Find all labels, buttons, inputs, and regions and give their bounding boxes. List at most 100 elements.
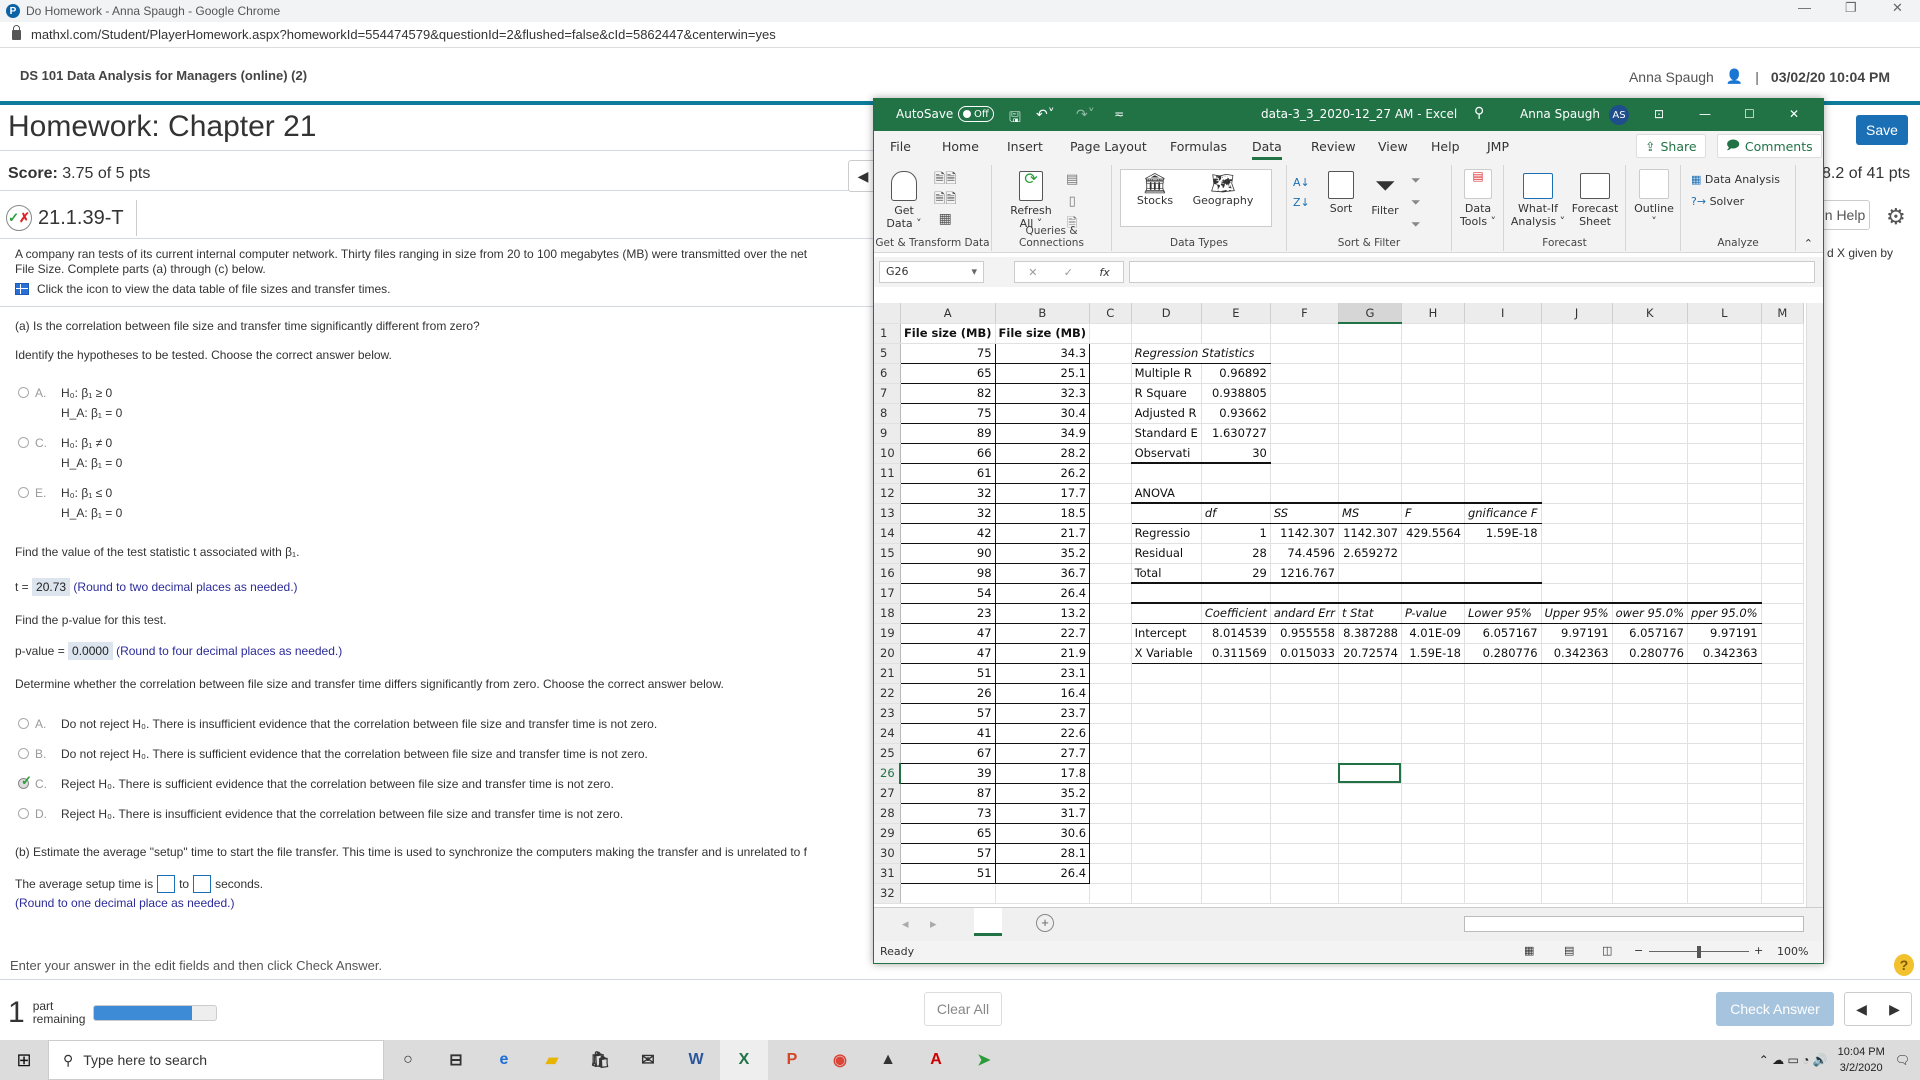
cell[interactable] — [1687, 683, 1762, 704]
cell-transfer-time[interactable]: 18.5 — [994, 502, 1091, 524]
cell[interactable] — [1270, 363, 1339, 384]
cell[interactable] — [1270, 743, 1339, 764]
cell-transfer-time[interactable]: 17.8 — [994, 762, 1091, 784]
cell[interactable] — [1401, 843, 1465, 864]
stat-cell[interactable]: 74.4596 — [1270, 543, 1339, 564]
cell[interactable] — [1089, 503, 1132, 524]
windows-start-icon[interactable]: ⊞ — [0, 1050, 48, 1071]
cell[interactable] — [1201, 483, 1271, 504]
cell-file-size[interactable]: 98 — [899, 562, 996, 584]
cell[interactable] — [1687, 503, 1762, 524]
cell[interactable] — [1761, 563, 1804, 584]
cell-file-size[interactable]: 61 — [899, 462, 996, 484]
cell[interactable] — [1401, 723, 1465, 744]
notifications-icon[interactable]: 🗨 — [1895, 1053, 1910, 1067]
share-button[interactable]: ⇪ Share — [1636, 134, 1706, 158]
row-header[interactable]: 20 — [874, 643, 901, 664]
cell[interactable] — [1089, 483, 1132, 504]
worksheet[interactable]: A B C D E F G H I J K L M 1 File size (MB) File size (M… — [874, 303, 1804, 904]
filter-button[interactable]: ⏷ Filter — [1367, 171, 1403, 217]
cell[interactable] — [1270, 863, 1339, 884]
cell[interactable] — [1089, 543, 1132, 564]
radio-button[interactable] — [18, 748, 29, 759]
cell[interactable] — [1612, 563, 1689, 584]
restore-icon[interactable]: ❐ — [1845, 0, 1857, 16]
cell[interactable] — [1541, 423, 1613, 444]
cell[interactable] — [1338, 343, 1402, 364]
cell[interactable] — [1201, 683, 1271, 704]
stat-cell[interactable]: Multiple R — [1131, 363, 1202, 384]
cell[interactable] — [1541, 363, 1613, 384]
stat-cell[interactable]: SS — [1270, 502, 1339, 524]
cortana-icon[interactable]: ○ — [384, 1040, 432, 1080]
cell[interactable] — [1089, 783, 1132, 804]
cell-file-size[interactable]: 57 — [899, 842, 996, 864]
cell[interactable] — [1338, 783, 1402, 804]
cell[interactable] — [1612, 343, 1689, 364]
stat-cell[interactable] — [1401, 563, 1465, 584]
cell[interactable] — [1612, 863, 1689, 884]
cell[interactable] — [1464, 883, 1542, 904]
name-box-value[interactable]: G26 — [886, 265, 909, 278]
cell[interactable] — [1612, 723, 1689, 744]
cell[interactable] — [1761, 603, 1804, 624]
cell[interactable] — [1761, 503, 1804, 524]
conclusion-option-c[interactable]: ✓ C. Reject H₀. There is sufficient eviden… — [18, 773, 657, 807]
column-header[interactable]: C — [1089, 303, 1132, 324]
cell[interactable] — [1464, 443, 1542, 464]
sort-az-icons[interactable]: A↓ Z↓ — [1293, 173, 1310, 213]
cell[interactable] — [1687, 723, 1762, 744]
stat-cell[interactable]: X Variable — [1131, 643, 1202, 664]
cell[interactable] — [1401, 703, 1465, 724]
vertical-scrollbar[interactable] — [1806, 303, 1823, 907]
cell[interactable] — [1131, 583, 1202, 604]
row-header[interactable]: 30 — [874, 843, 901, 864]
tab-data[interactable]: Data — [1252, 139, 1282, 160]
stat-cell[interactable]: R Square — [1131, 383, 1202, 404]
cell[interactable] — [1089, 883, 1132, 904]
cell[interactable] — [1541, 583, 1613, 604]
zoom-out-icon[interactable]: − — [1634, 944, 1643, 957]
cell[interactable] — [1089, 523, 1132, 544]
excel-icon[interactable]: X — [720, 1040, 768, 1080]
row-header[interactable]: 9 — [874, 423, 901, 444]
stat-cell[interactable]: andard Err — [1270, 602, 1339, 624]
cell[interactable] — [1761, 883, 1804, 904]
cell[interactable] — [1338, 423, 1402, 444]
conclusion-option-a[interactable]: A. Do not reject H₀. There is insufficien… — [18, 717, 657, 747]
edge-icon[interactable]: e — [480, 1040, 528, 1080]
cell[interactable] — [1541, 883, 1613, 904]
cell[interactable] — [1089, 763, 1132, 784]
stat-cell[interactable]: Total — [1131, 563, 1202, 584]
cell-file-size[interactable]: 51 — [899, 862, 996, 884]
cell-file-size[interactable]: 87 — [899, 782, 996, 804]
stat-cell[interactable]: 8.387288 — [1338, 623, 1402, 644]
cell[interactable] — [1687, 663, 1762, 684]
cell[interactable] — [1270, 583, 1339, 604]
p-value-field[interactable]: 0.0000 — [68, 642, 113, 660]
url-text[interactable]: mathxl.com/Student/PlayerHomework.aspx?h… — [31, 27, 776, 42]
cell[interactable] — [1401, 763, 1465, 784]
stat-cell[interactable]: 0.938805 — [1201, 383, 1271, 404]
cell[interactable] — [1612, 443, 1689, 464]
stat-cell[interactable]: 1.59E-18 — [1464, 523, 1542, 544]
row-header[interactable]: 19 — [874, 623, 901, 644]
powerpoint-icon[interactable]: P — [768, 1040, 816, 1080]
column-header[interactable]: J — [1541, 303, 1613, 324]
cell-transfer-time[interactable]: 26.4 — [994, 862, 1091, 884]
formula-input[interactable] — [1129, 261, 1815, 283]
radio-button[interactable] — [18, 387, 29, 398]
radio-button[interactable] — [18, 808, 29, 819]
cell[interactable] — [1089, 423, 1132, 444]
cell[interactable] — [1270, 883, 1339, 904]
cell[interactable] — [1687, 403, 1762, 424]
data-tools-button[interactable]: ▤ Data Tools ˅ — [1458, 169, 1498, 228]
cell-transfer-time[interactable]: 28.2 — [994, 442, 1091, 464]
data-table-icon[interactable] — [15, 283, 29, 295]
cell[interactable] — [1201, 863, 1271, 884]
cell[interactable] — [1612, 803, 1689, 824]
store-icon[interactable]: 🛍 — [576, 1040, 624, 1080]
cell[interactable] — [1089, 723, 1132, 744]
cell-transfer-time[interactable] — [995, 883, 1091, 904]
column-header[interactable]: A — [900, 303, 996, 324]
